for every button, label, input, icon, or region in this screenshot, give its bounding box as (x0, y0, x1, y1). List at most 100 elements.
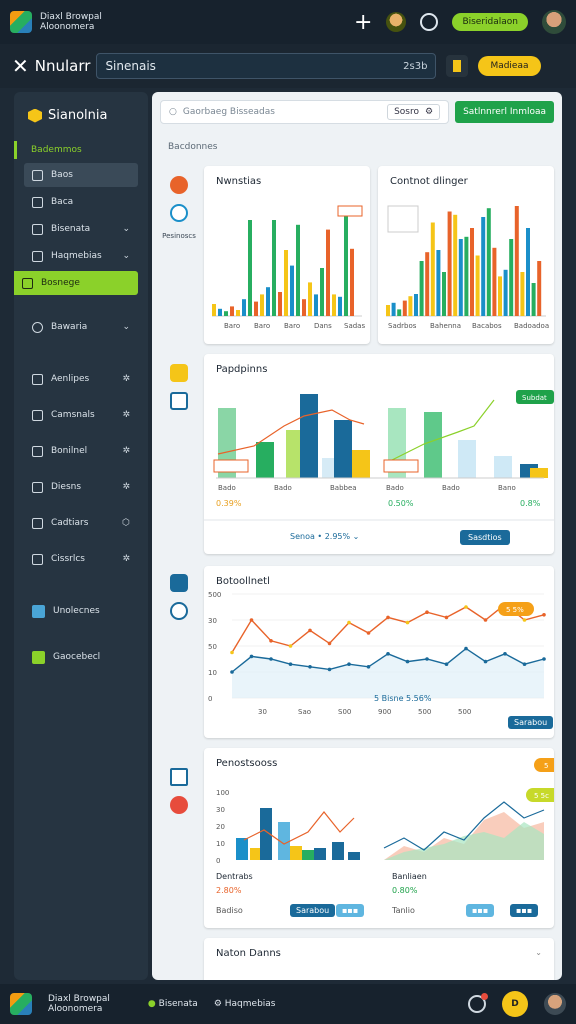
book-icon[interactable] (170, 768, 188, 786)
settings-icon[interactable]: ✲ (122, 554, 130, 564)
card3-footer[interactable]: Senoa • 2.95% ⌄ (290, 532, 359, 541)
top-right-actions: + Biseridalaon (354, 10, 566, 35)
point (483, 659, 488, 664)
sidebar-item-5[interactable]: Bawaria ⌄ (24, 315, 138, 339)
bar (402, 300, 407, 316)
bottom-right-actions: D (468, 991, 566, 1017)
sidebar-item2-5[interactable]: Cissrlcs ✲ (24, 547, 138, 571)
sidebar-item-0[interactable]: Baos (24, 163, 138, 187)
bar (419, 261, 424, 316)
search-options-button[interactable]: Sosro ⚙ (387, 104, 441, 120)
sidebar-item-label: Bonilnel (51, 446, 88, 456)
point (249, 654, 254, 659)
point (269, 639, 273, 643)
bar (314, 848, 326, 860)
bookmark-icon[interactable] (446, 55, 469, 77)
sidebar-item-2[interactable]: Bisenata ⌄ (24, 217, 138, 241)
shield-icon[interactable] (170, 602, 188, 620)
bar (436, 250, 441, 316)
tag-icon[interactable] (170, 364, 188, 382)
sidebar-item-1[interactable]: Baca (24, 190, 138, 214)
chevron-down-icon[interactable]: ⌄ (535, 948, 542, 957)
bar (464, 236, 469, 316)
bar (350, 248, 354, 316)
settings-icon[interactable]: ✲ (122, 482, 130, 492)
bar (212, 304, 216, 316)
card4-action-button[interactable]: Sarabou (508, 716, 554, 729)
help-button[interactable]: D (502, 991, 528, 1017)
bar (514, 206, 519, 316)
chevron-badge-icon[interactable] (170, 176, 188, 194)
bar (242, 299, 246, 316)
card5-right-pct: 0.80% (392, 886, 418, 895)
user-avatar[interactable] (386, 12, 407, 32)
settings-icon[interactable]: ✲ (122, 446, 130, 456)
globe-icon[interactable] (170, 204, 188, 222)
primary-action-button[interactable]: Satlnnrerl Inmloaa (455, 101, 554, 123)
x-tick-label: Dans (314, 322, 332, 330)
sidebar-item-label: Haqmebias (51, 251, 102, 261)
sidebar-bottom-item-0[interactable]: Unolecnes (24, 599, 138, 623)
bar-tooltip (337, 205, 363, 217)
card3-action-button[interactable]: Sasdtios (460, 530, 510, 545)
shield-icon[interactable]: ⬡ (122, 518, 130, 528)
sidebar-item2-3[interactable]: Diesns ✲ (24, 475, 138, 499)
user-avatar[interactable] (544, 993, 566, 1015)
sidebar-item-3[interactable]: Haqmebias ⌄ (24, 244, 138, 268)
bottom-tab-1[interactable]: ● Bisenata (148, 999, 198, 1009)
cta-button[interactable]: Madieaa (478, 56, 541, 76)
card5-button-3[interactable]: ▪▪▪ (466, 904, 495, 917)
bar (520, 272, 525, 316)
card5-button-1[interactable]: Sarabou (290, 904, 336, 917)
point (308, 628, 312, 633)
left-icons-group-2 (164, 364, 194, 410)
main-search-input[interactable]: ○ Gaorbaeg Bisseadas Sosro ⚙ (160, 100, 450, 124)
bottom-tab-label: Bisenata (158, 999, 198, 1009)
bar (475, 255, 480, 316)
settings-icon[interactable]: ✲ (122, 410, 130, 420)
x-tick-label: Bado (274, 484, 292, 492)
bar (224, 311, 228, 316)
main-toolbar: ○ Gaorbaeg Bisseadas Sosro ⚙ Satlnnrerl I… (152, 92, 562, 124)
chevron-down-icon: ⌄ (122, 251, 130, 261)
x-tick-label: 900 (378, 708, 391, 716)
checklist-icon (32, 553, 43, 565)
right-pct-2: 0.8% (520, 499, 541, 508)
sidebar-item-4[interactable]: Bosnege (14, 271, 138, 295)
sidebar-item2-4[interactable]: Cadtiars ⬡ (24, 511, 138, 535)
bar (530, 468, 548, 478)
search-icon (32, 223, 43, 235)
notification-icon[interactable] (468, 993, 488, 1013)
bottom-tab-2[interactable]: ⚙ Haqmebias (214, 999, 276, 1009)
heart-icon[interactable] (170, 796, 188, 814)
chat-icon[interactable] (420, 13, 439, 31)
chart-card-5[interactable]: Penostsooss 100 30 20 10 0 5 5 5c Dentrabs 2.8… (204, 748, 554, 928)
card5-button-2[interactable]: ▪▪▪ (336, 904, 365, 917)
sidebar-bottom-item-1[interactable]: Gaocebecl (24, 645, 138, 669)
bar (481, 217, 486, 316)
bar (348, 852, 360, 860)
chart-card-2[interactable]: Contnot dlinger Sadrbos Bahenna Bacabos Bad… (378, 166, 554, 344)
bar (352, 450, 370, 478)
status-pill[interactable]: Biseridalaon (452, 13, 528, 31)
chart-card-1[interactable]: Nwnstias Baro Baro Baro Dans Sadas (204, 166, 370, 344)
profile-avatar[interactable] (542, 10, 566, 34)
download-icon[interactable] (170, 574, 188, 592)
bar (458, 239, 463, 316)
graduation-icon[interactable] (170, 392, 188, 410)
sidebar-item-label: Gaocebecl (53, 652, 101, 662)
sidebar-item2-2[interactable]: Bonilnel ✲ (24, 439, 138, 463)
card-6[interactable]: Naton Danns ⌄ (204, 938, 554, 980)
card5-button-4[interactable]: ▪▪▪ (510, 904, 539, 917)
bar (537, 261, 542, 316)
add-icon[interactable]: + (354, 10, 372, 35)
search-input[interactable]: Sinenais 2s3b (96, 53, 437, 79)
chart-card-4[interactable]: Botoollnetl 500 30 50 10 0 5 5% 30 Sao S00 900 500… (204, 566, 554, 738)
close-x-icon[interactable]: ✕ (12, 54, 29, 78)
settings-icon[interactable]: ✲ (122, 374, 130, 384)
chart-card-3[interactable]: Papdpinns Subdat Bado Bado Babbea Bado Bado Ba… (204, 354, 554, 554)
sidebar-item2-1[interactable]: Camsnals ✲ (24, 403, 138, 427)
point (425, 657, 429, 661)
sidebar-item2-0[interactable]: Aenlipes ✲ (24, 367, 138, 391)
footer-label: Senoa (290, 532, 315, 541)
